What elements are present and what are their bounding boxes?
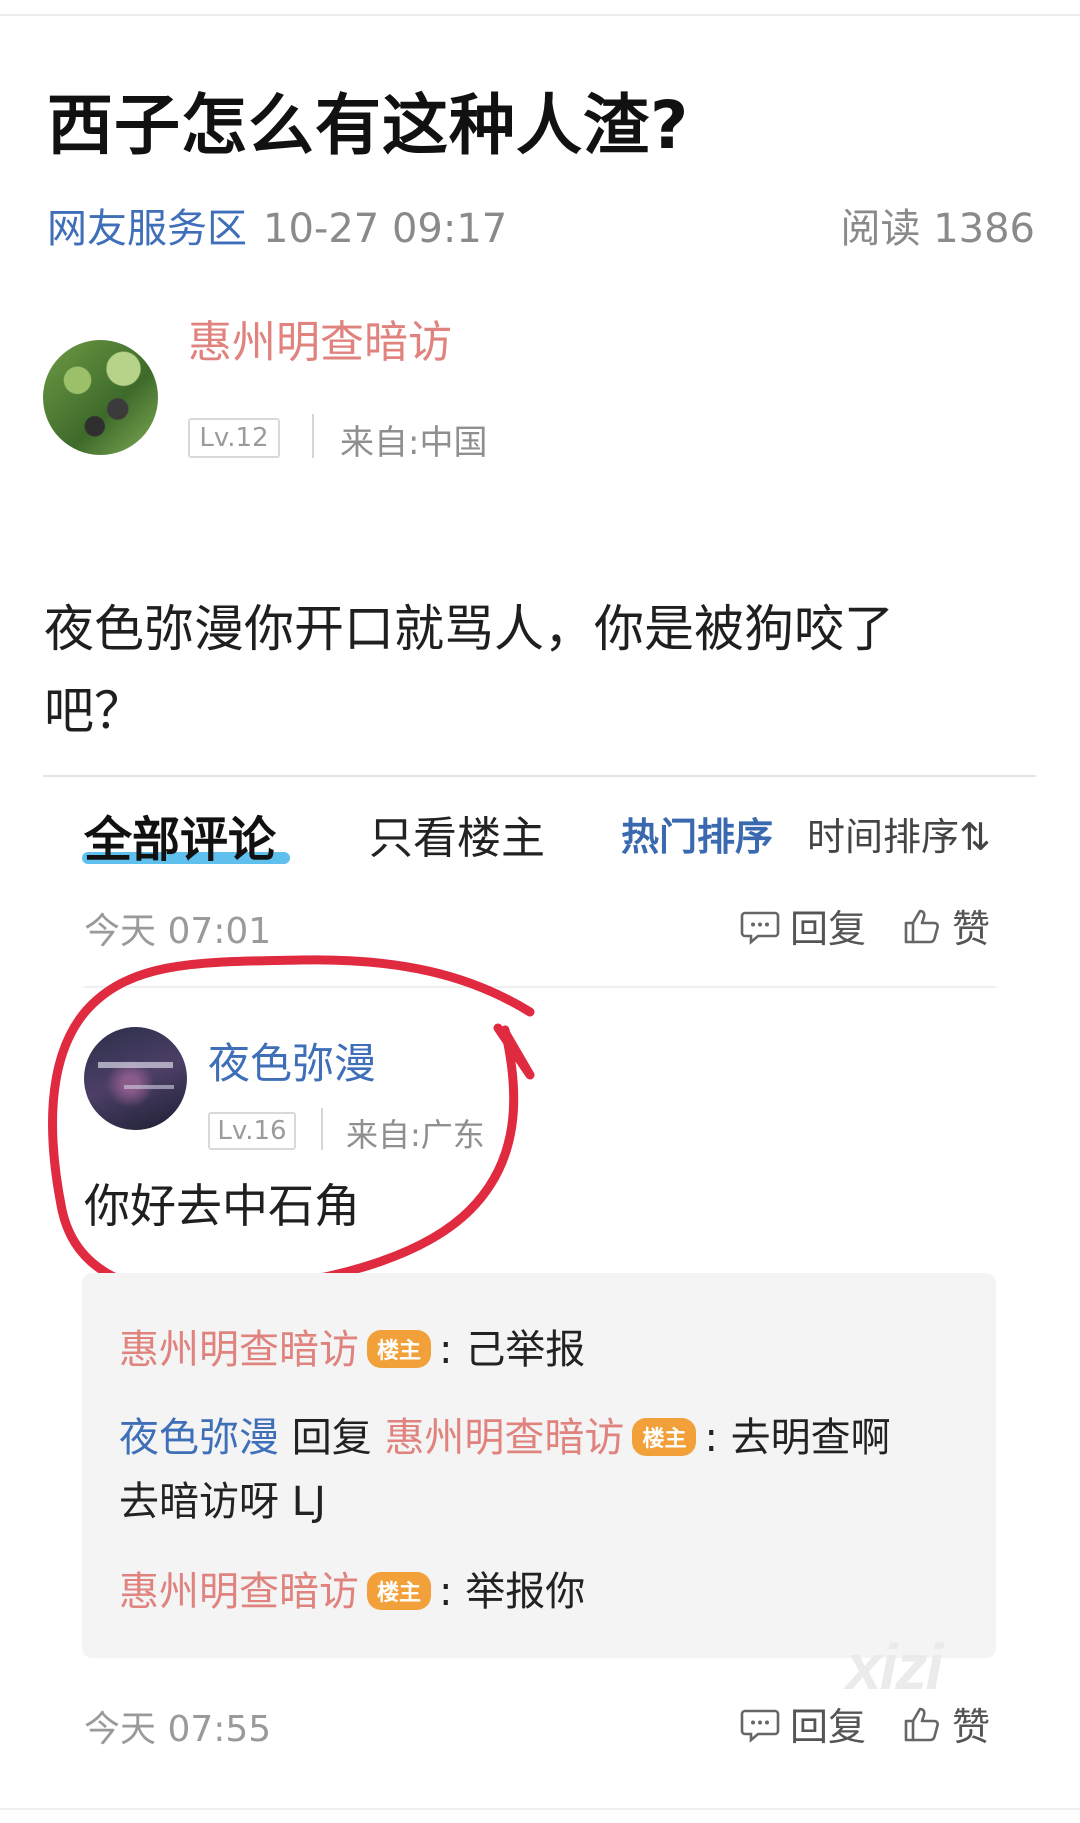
comment-text: 你好去中石角 [84,1179,360,1233]
op-badge: 楼主 [367,1572,432,1610]
reply-label: 回复 [790,1705,867,1749]
author-meta-separator [312,414,314,458]
reply-target-user[interactable]: 惠州明查暗访 [384,1415,624,1461]
reply-row[interactable]: 惠州明查暗访 楼主: 举报你 [119,1559,585,1617]
reply-button[interactable]: 回复 [740,1696,866,1751]
post-body: 夜色弥漫你开口就骂人，你是被狗咬了吧？ [44,600,894,740]
comment-bubble-icon [740,1709,780,1743]
reply-row[interactable]: 惠州明查暗访 楼主: 己举报 [119,1317,585,1375]
author-level-badge: Lv.12 [188,418,280,458]
like-label: 赞 [952,907,991,951]
reply-label: 回复 [790,907,867,951]
op-badge: 楼主 [632,1418,697,1456]
comment-time: 今天 07:55 [84,1709,272,1750]
commenter-avatar[interactable] [84,1027,187,1130]
commenter-level-badge: Lv.16 [208,1112,296,1150]
reply-user[interactable]: 夜色弥漫 [119,1415,279,1461]
sort-time-button[interactable]: 时间排序⇅ [807,806,991,861]
replies-box: 惠州明查暗访 楼主: 己举报 夜色弥漫 回复 惠州明查暗访 楼主: 去明查啊 去暗访… [82,1273,996,1658]
reply-text: : 去明查啊 [704,1415,891,1461]
reply-button[interactable]: 回复 [740,898,866,953]
like-button[interactable]: 赞 [902,898,990,953]
comment-bubble-icon [740,911,780,945]
thumbs-up-icon [904,909,939,943]
like-button[interactable]: 赞 [902,1696,990,1751]
author-name[interactable]: 惠州明查暗访 [188,306,452,370]
sort-hot-button[interactable]: 热门排序 [621,806,773,861]
top-divider [0,14,1080,16]
comment-tabs: 全部评论 只看楼主 热门排序 时间排序⇅ [82,800,999,870]
thumbs-up-icon [904,1707,939,1741]
reply-text-continued: 去暗访呀 LJ [119,1479,326,1525]
reply-text: : 己举报 [439,1327,586,1373]
post-meta: 网友服务区 10-27 09:17 阅读 1386 [47,196,1035,252]
post-title: 西子怎么有这种人渣? [47,87,690,164]
forum-link[interactable]: 网友服务区 [47,206,247,252]
read-count: 阅读 1386 [840,206,1035,252]
tab-op-only[interactable]: 只看楼主 [369,802,545,866]
reply-text: : 举报你 [439,1569,586,1615]
reply-row[interactable]: 夜色弥漫 回复 惠州明查暗访 楼主: 去明查啊 [119,1405,891,1463]
author-location: 来自:中国 [340,423,488,463]
reply-user[interactable]: 惠州明查暗访 [119,1569,359,1615]
post-date: 10-27 09:17 [263,206,508,252]
reply-verb: 回复 [291,1415,372,1461]
reply-user[interactable]: 惠州明查暗访 [119,1327,359,1373]
comment-time: 今天 07:01 [84,911,272,952]
commenter-name[interactable]: 夜色弥漫 [208,1030,376,1091]
author-avatar[interactable] [43,340,158,455]
commenter-location: 来自:广东 [346,1116,485,1154]
comment-divider [84,986,996,988]
commenter-meta-separator [321,1108,323,1150]
op-badge: 楼主 [367,1330,432,1368]
site-watermark: xizi [846,1631,943,1703]
like-label: 赞 [952,1705,991,1749]
content-divider [43,775,1036,777]
tab-all-comments[interactable]: 全部评论 [84,800,276,870]
bottom-divider [0,1808,1080,1810]
